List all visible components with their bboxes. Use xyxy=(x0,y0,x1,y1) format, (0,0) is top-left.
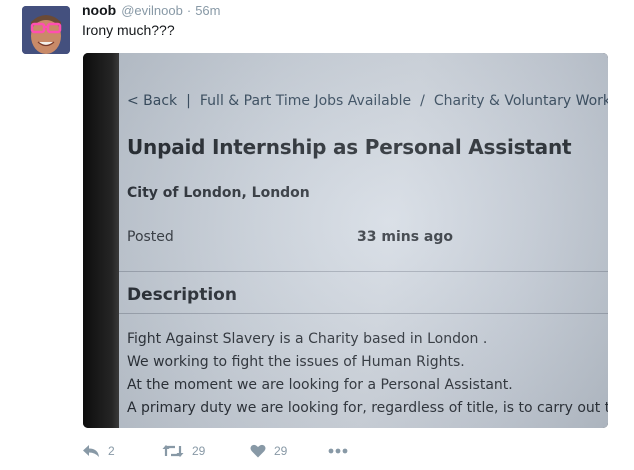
reply-icon xyxy=(83,445,99,457)
retweet-count: 29 xyxy=(192,444,206,458)
description-line: Fight Against Slavery is a Charity based… xyxy=(127,331,488,347)
breadcrumb-item-charity: Charity & Voluntary Work xyxy=(433,93,608,109)
photographed-screen: < Back | Full & Part Time Jobs Available / C… xyxy=(119,53,608,428)
more-icon xyxy=(328,448,348,454)
tweet-text: Irony much??? xyxy=(82,22,175,38)
breadcrumb: < Back | Full & Part Time Jobs Available / C… xyxy=(127,93,608,109)
tweet-timestamp[interactable]: 56m xyxy=(195,3,220,18)
description-heading: Description xyxy=(127,285,237,305)
breadcrumb-item-jobs: Full & Part Time Jobs Available xyxy=(199,93,412,109)
tweet-photo[interactable]: < Back | Full & Part Time Jobs Available / C… xyxy=(83,53,608,428)
tweet-header: noob @evilnoob · 56m xyxy=(82,2,220,22)
job-location: City of London, London xyxy=(127,185,310,201)
reply-count: 2 xyxy=(108,444,115,458)
device-bezel xyxy=(83,53,119,428)
retweet-icon xyxy=(162,445,184,457)
divider xyxy=(119,271,608,272)
posted-label: Posted xyxy=(127,229,174,245)
breadcrumb-slash: / xyxy=(420,93,425,109)
avatar-image xyxy=(22,6,70,54)
avatar[interactable] xyxy=(22,6,70,54)
like-count: 29 xyxy=(274,444,288,458)
tweet-actions: 2 29 29 xyxy=(82,442,348,460)
back-link: < Back xyxy=(127,93,178,109)
like-button[interactable]: 29 xyxy=(250,444,328,458)
posted-value: 33 mins ago xyxy=(357,229,454,245)
description-line: A primary duty we are looking for, regar… xyxy=(127,400,608,416)
author-name[interactable]: noob xyxy=(82,2,116,18)
author-handle[interactable]: @evilnoob xyxy=(121,3,183,18)
more-button[interactable] xyxy=(328,448,348,454)
header-separator: · xyxy=(186,3,192,18)
description-line: At the moment we are looking for a Perso… xyxy=(127,377,513,393)
divider xyxy=(119,313,608,314)
retweet-button[interactable]: 29 xyxy=(162,444,250,458)
job-title: Unpaid Internship as Personal Assistant xyxy=(127,135,572,159)
like-icon xyxy=(250,444,266,458)
tweet: noob @evilnoob · 56m Irony much??? < Bac… xyxy=(0,0,634,470)
breadcrumb-bar: | xyxy=(186,93,191,109)
description-line: We working to fight the issues of Human … xyxy=(127,354,465,370)
reply-button[interactable]: 2 xyxy=(82,444,162,458)
